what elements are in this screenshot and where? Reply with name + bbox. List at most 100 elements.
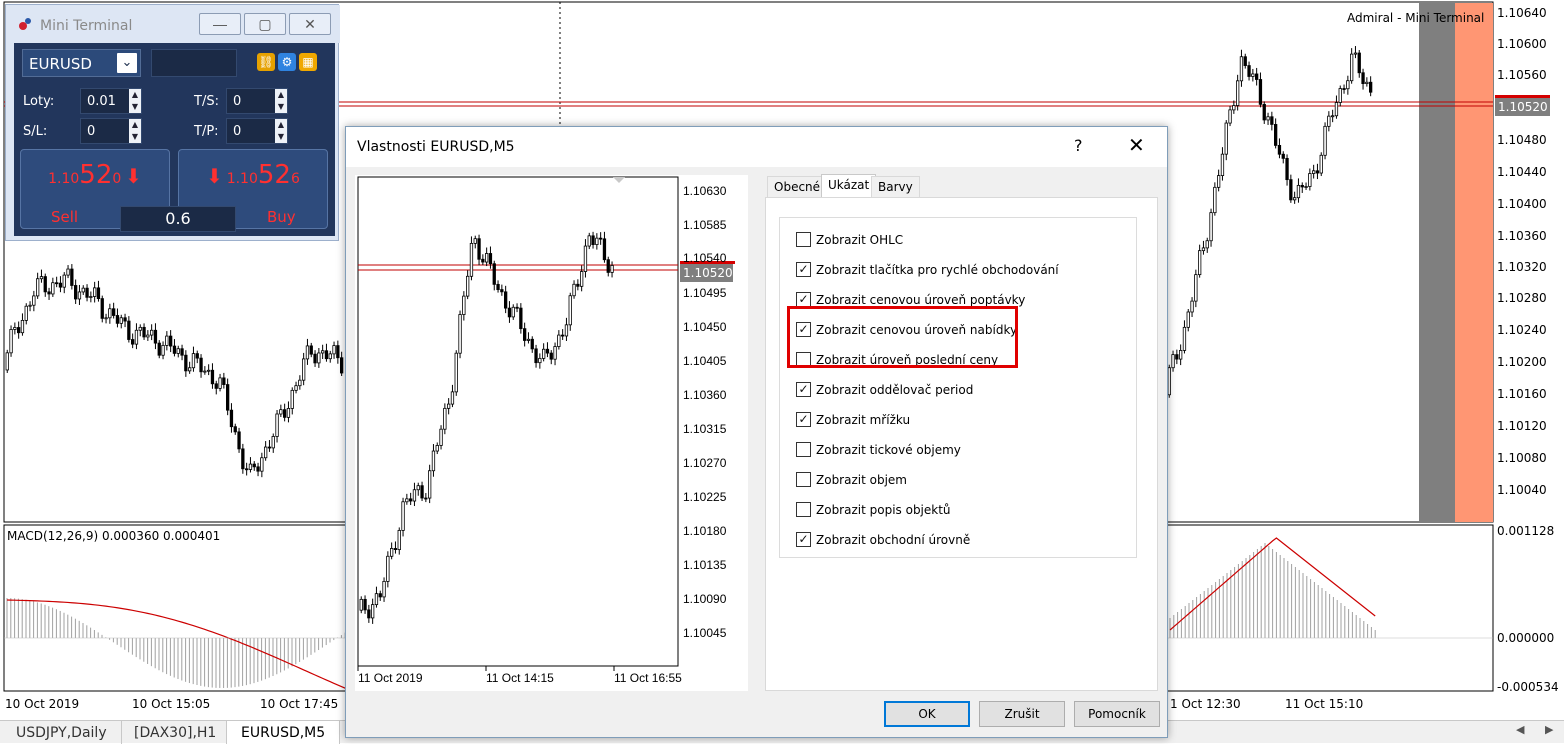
- checkbox-checked[interactable]: ✓: [796, 292, 811, 307]
- gear-icon[interactable]: ⚙: [278, 53, 296, 71]
- minimize-button[interactable]: —: [199, 13, 241, 35]
- spin-up-icon[interactable]: ▲: [275, 119, 287, 131]
- arrow-down-icon: ⬇: [125, 164, 142, 188]
- price-label: 1.10160: [1497, 387, 1547, 401]
- preview-price-label: 1.10315: [683, 422, 727, 436]
- sell-price: 1.10520 ⬇: [48, 160, 142, 190]
- spread-value: 0.6: [120, 206, 236, 232]
- checkbox[interactable]: [796, 472, 811, 487]
- spin-down-icon[interactable]: ▼: [129, 131, 141, 143]
- mini-terminal-titlebar[interactable]: Mini Terminal — ▢ ✕: [6, 5, 340, 43]
- preview-time-label: 11 Oct 14:15: [486, 671, 554, 685]
- cancel-button[interactable]: Zrušit: [979, 701, 1065, 727]
- preview-price-label: 1.10495: [683, 286, 727, 300]
- account-field: [151, 49, 237, 77]
- time-label: 10 Oct 15:05: [132, 697, 211, 711]
- macd-level: -0.000534: [1497, 680, 1559, 694]
- checkbox[interactable]: [796, 502, 811, 517]
- help-button[interactable]: ?: [1074, 136, 1083, 155]
- spin-down-icon[interactable]: ▼: [129, 101, 141, 113]
- time-label: 1 Oct 12:30: [1170, 697, 1241, 711]
- current-price-tag: 1.10520: [1495, 95, 1550, 116]
- dialog-titlebar[interactable]: Vlastnosti EURUSD,M5 ? ✕: [346, 127, 1167, 167]
- macd-label: MACD(12,26,9) 0.000360 0.000401: [7, 529, 221, 543]
- mini-terminal-title: Mini Terminal: [40, 18, 133, 34]
- time-label: 10 Oct 17:45: [260, 697, 339, 711]
- tp-stepper[interactable]: 0 ▲ ▼: [226, 118, 288, 144]
- checkbox[interactable]: [796, 232, 811, 247]
- mini-terminal-window: Mini Terminal — ▢ ✕ EURUSD ⌄ ⛓ ⚙ ▦ Loty:…: [5, 4, 340, 241]
- spin-up-icon[interactable]: ▲: [129, 119, 141, 131]
- dialog-title: Vlastnosti EURUSD,M5: [357, 139, 515, 155]
- sl-stepper[interactable]: 0 ▲ ▼: [80, 118, 142, 144]
- dialog-close-button[interactable]: ✕: [1128, 133, 1145, 157]
- preview-time-label: 11 Oct 2019: [358, 671, 423, 685]
- checkbox-checked[interactable]: ✓: [796, 412, 811, 427]
- preview-price-label: 1.10540: [683, 251, 727, 265]
- price-label: 1.10120: [1497, 419, 1547, 433]
- price-label: 1.10280: [1497, 291, 1547, 305]
- preview-price-label: 1.10270: [683, 456, 727, 470]
- preview-price-label: 1.10450: [683, 320, 727, 334]
- tab-usdjpy[interactable]: USDJPY,Daily: [2, 721, 122, 744]
- tab-show[interactable]: Ukázat: [821, 174, 877, 198]
- buy-price: ⬇ 1.10526: [206, 160, 300, 190]
- ts-stepper[interactable]: 0 ▲ ▼: [226, 88, 288, 114]
- show-tab-panel: Zobrazit OHLC ✓ Zobrazit tlačítka pro ry…: [765, 197, 1158, 691]
- sell-label: Sell: [51, 208, 79, 226]
- price-label: 1.10440: [1497, 165, 1547, 179]
- admiral-logo-icon: [19, 18, 31, 30]
- preview-price-label: 1.10090: [683, 592, 727, 606]
- spin-up-icon[interactable]: ▲: [129, 89, 141, 101]
- checkbox-checked[interactable]: ✓: [796, 382, 811, 397]
- preview-price-label: 1.10630: [683, 184, 727, 198]
- price-label: 1.10360: [1497, 229, 1547, 243]
- sl-label: S/L:: [23, 124, 48, 139]
- shaded-region-orange: [1455, 3, 1493, 522]
- spin-down-icon[interactable]: ▼: [275, 131, 287, 143]
- help-dialog-button[interactable]: Pomocník: [1074, 701, 1160, 727]
- mini-terminal-body: EURUSD ⌄ ⛓ ⚙ ▦ Loty: 0.01 ▲ ▼ T/S: 0 ▲ ▼ S…: [14, 43, 335, 236]
- price-label: 1.10080: [1497, 451, 1547, 465]
- checkbox-checked[interactable]: ✓: [796, 262, 811, 277]
- chart-preview: 1.10520 1.10630 1.10585 1.10540 1.10495 …: [355, 175, 748, 691]
- highlight-frame: [787, 306, 1018, 368]
- tab-dax30[interactable]: [DAX30],H1: [120, 721, 232, 744]
- price-label: 1.10400: [1497, 197, 1547, 211]
- tab-general[interactable]: Obecné: [767, 176, 828, 197]
- spin-up-icon[interactable]: ▲: [275, 89, 287, 101]
- macd-level: 0.001128: [1497, 524, 1555, 538]
- link-icon[interactable]: ⛓: [257, 53, 275, 71]
- price-label: 1.10040: [1497, 483, 1547, 497]
- maximize-button[interactable]: ▢: [244, 13, 286, 35]
- price-label: 1.10480: [1497, 133, 1547, 147]
- preview-price-label: 1.10225: [683, 490, 727, 504]
- price-label: 1.10600: [1497, 37, 1547, 51]
- tab-colors[interactable]: Barvy: [871, 176, 920, 197]
- macd-level: 0.000000: [1497, 631, 1555, 645]
- preview-time-label: 11 Oct 16:55: [614, 671, 682, 685]
- properties-dialog: Vlastnosti EURUSD,M5 ? ✕ 1.10520 1.10630…: [345, 126, 1168, 738]
- close-button[interactable]: ✕: [289, 13, 331, 35]
- price-label: 1.10240: [1497, 323, 1547, 337]
- lots-stepper[interactable]: 0.01 ▲ ▼: [80, 88, 142, 114]
- tab-eurusd[interactable]: EURUSD,M5: [226, 721, 341, 744]
- scroll-left-icon[interactable]: ◀: [1516, 723, 1524, 736]
- layout-icon[interactable]: ▦: [299, 53, 317, 71]
- buy-label: Buy: [267, 208, 296, 226]
- price-label: 1.10200: [1497, 355, 1547, 369]
- checkbox-checked[interactable]: ✓: [796, 532, 811, 547]
- price-label: 1.10640: [1497, 6, 1547, 20]
- preview-price-label: 1.10585: [683, 218, 727, 232]
- ts-label: T/S:: [194, 94, 219, 109]
- ok-button[interactable]: OK: [884, 701, 970, 727]
- symbol-select[interactable]: EURUSD ⌄: [22, 49, 141, 77]
- lots-label: Loty:: [23, 94, 55, 109]
- preview-current-price: 1.10520: [680, 261, 735, 282]
- time-label: 11 Oct 15:10: [1285, 697, 1364, 711]
- spin-down-icon[interactable]: ▼: [275, 101, 287, 113]
- scroll-right-icon[interactable]: ▶: [1545, 723, 1553, 736]
- chevron-down-icon[interactable]: ⌄: [117, 53, 137, 73]
- checkbox[interactable]: [796, 442, 811, 457]
- arrow-down-icon: ⬇: [206, 164, 223, 188]
